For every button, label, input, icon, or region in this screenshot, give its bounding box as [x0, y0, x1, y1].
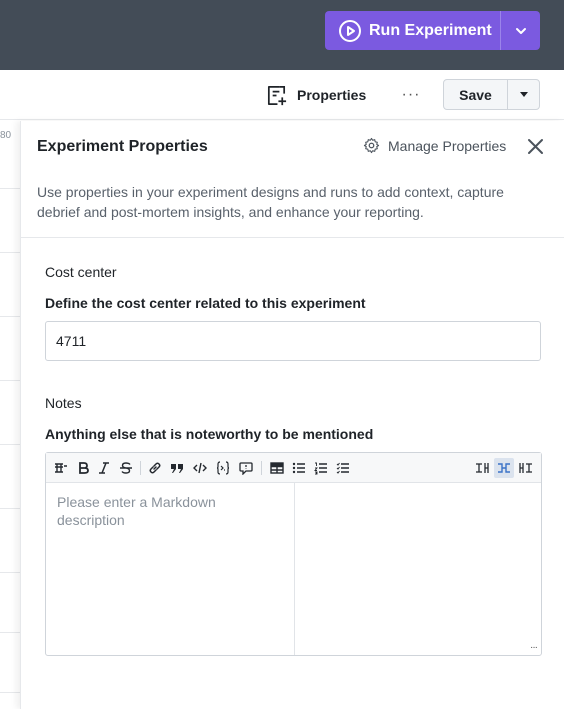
split-mode-icon[interactable]: [494, 458, 514, 478]
background-row-line: [0, 692, 20, 693]
properties-button[interactable]: Properties: [265, 83, 366, 107]
strikethrough-icon[interactable]: [116, 458, 136, 478]
gear-icon: [363, 137, 380, 154]
save-options-dropdown[interactable]: [508, 80, 539, 109]
run-experiment-button-group: Run Experiment: [325, 11, 540, 50]
panel-divider: [21, 237, 564, 238]
italic-icon[interactable]: [94, 458, 114, 478]
run-experiment-button[interactable]: Run Experiment: [325, 11, 500, 50]
top-header: Run Experiment: [0, 0, 564, 70]
link-icon[interactable]: [145, 458, 165, 478]
properties-add-icon: [267, 85, 287, 105]
save-button[interactable]: Save: [444, 80, 508, 109]
editor-toolbar-row: Properties ··· Save: [0, 70, 564, 120]
background-row-line: [0, 632, 20, 633]
comment-icon[interactable]: [236, 458, 256, 478]
numbered-list-icon[interactable]: [311, 458, 331, 478]
edit-mode-icon[interactable]: [472, 458, 492, 478]
close-icon[interactable]: [527, 138, 544, 155]
background-column-number: 80: [0, 130, 12, 141]
background-row-line: [0, 380, 20, 381]
background-canvas: [0, 121, 20, 709]
background-row-line: [0, 252, 20, 253]
resize-handle[interactable]: ···: [530, 642, 538, 653]
background-row-line: [0, 572, 20, 573]
cost-center-input[interactable]: [45, 321, 541, 361]
panel-title: Experiment Properties: [37, 138, 208, 155]
preview-mode-icon[interactable]: [516, 458, 536, 478]
save-button-group: Save: [443, 79, 540, 110]
bold-icon[interactable]: [73, 458, 93, 478]
caret-down-icon: [519, 91, 528, 97]
run-options-dropdown[interactable]: [501, 11, 540, 50]
properties-label: Properties: [297, 87, 367, 103]
toolbar-separator: [261, 461, 262, 475]
bullet-list-icon[interactable]: [289, 458, 309, 478]
toolbar-separator: [140, 461, 141, 475]
markdown-editor: Please enter a Markdown description ···: [45, 452, 542, 656]
play-circle-icon: [339, 19, 361, 42]
markdown-toolbar: [46, 453, 541, 483]
background-row-line: [0, 444, 20, 445]
task-list-icon[interactable]: [333, 458, 353, 478]
heading-icon[interactable]: [51, 458, 71, 478]
manage-properties-button[interactable]: Manage Properties: [363, 137, 506, 154]
code-icon[interactable]: [190, 458, 210, 478]
run-experiment-label: Run Experiment: [369, 21, 492, 39]
markdown-input-area[interactable]: Please enter a Markdown description: [46, 483, 295, 655]
quote-icon[interactable]: [167, 458, 187, 478]
code-block-icon[interactable]: [213, 458, 233, 478]
cost-center-description: Define the cost center related to this e…: [45, 295, 366, 311]
cost-center-title: Cost center: [45, 264, 117, 280]
background-row-line: [0, 316, 20, 317]
notes-description: Anything else that is noteworthy to be m…: [45, 426, 374, 442]
table-icon[interactable]: [267, 458, 287, 478]
notes-title: Notes: [45, 395, 82, 411]
experiment-properties-panel: Experiment Properties Manage Properties …: [20, 121, 564, 709]
chevron-down-icon: [515, 27, 526, 34]
manage-properties-label: Manage Properties: [388, 137, 507, 154]
more-options-button[interactable]: ···: [401, 85, 421, 105]
background-row-line: [0, 508, 20, 509]
background-row-line: [0, 188, 20, 189]
panel-intro-text: Use properties in your experiment design…: [37, 184, 504, 220]
